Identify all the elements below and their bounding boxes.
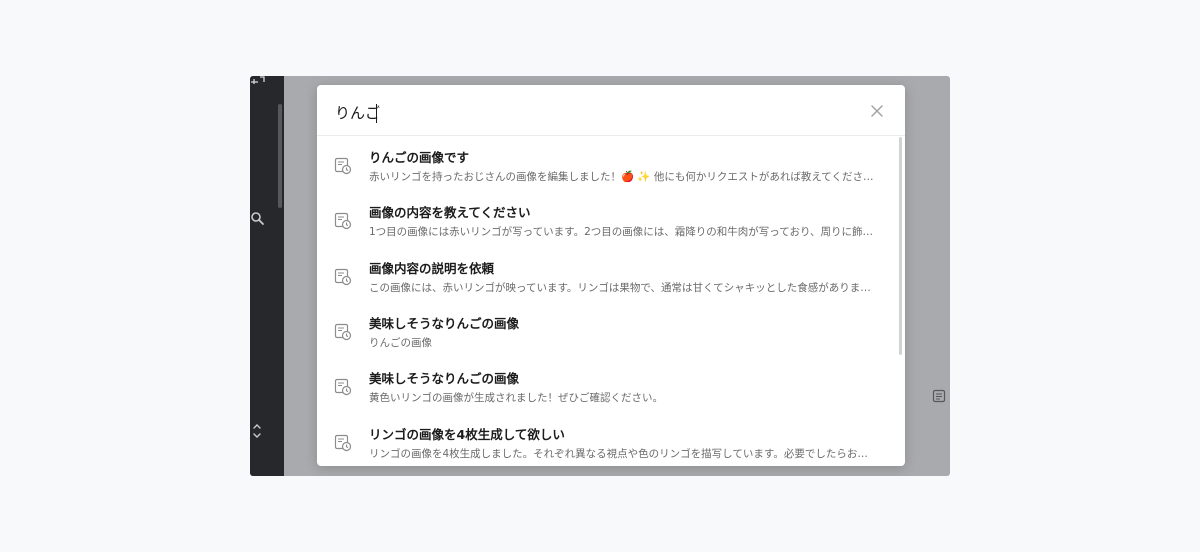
result-title: りんごの画像です — [369, 150, 470, 165]
result-title: リンゴの画像を4枚生成して欲しい — [369, 427, 565, 442]
chevron-up-down-icon[interactable] — [250, 422, 264, 440]
search-results-list: りんごの画像です 赤いリンゴを持ったおじさんの画像を編集しました！🍎 ✨ 他にも… — [317, 136, 897, 466]
result-snippet: この画像には、赤いリンゴが映っています。リンゴは果物で、通常は甘くてシャキッとし… — [369, 282, 874, 294]
search-result-item[interactable]: 画像の内容を教えてください 1つ目の画像には赤いリンゴが写っています。2つ目の画… — [317, 191, 897, 246]
sidebar-scrollbar[interactable] — [278, 104, 282, 208]
chat-history-icon — [334, 434, 352, 452]
result-snippet: りんごの画像 — [369, 337, 432, 349]
close-button[interactable] — [865, 99, 889, 123]
search-bar — [317, 85, 905, 136]
result-title: 画像内容の説明を依頼 — [369, 261, 495, 276]
result-title: 美味しそうなりんごの画像 — [369, 316, 520, 331]
result-snippet: 赤いリンゴを持ったおじさんの画像を編集しました！🍎 ✨ 他にも何かリクエストがあ… — [369, 171, 874, 183]
result-title: 美味しそうなりんごの画像 — [369, 371, 520, 386]
search-chats-dialog: りんごの画像です 赤いリンゴを持ったおじさんの画像を編集しました！🍎 ✨ 他にも… — [317, 85, 905, 466]
search-result-item[interactable]: 美味しそうなりんごの画像 りんごの画像 — [317, 302, 897, 357]
search-result-item[interactable]: りんごの画像です 赤いリンゴを持ったおじさんの画像を編集しました！🍎 ✨ 他にも… — [317, 136, 897, 191]
chat-history-icon — [334, 378, 352, 396]
close-icon — [865, 105, 889, 126]
chat-history-icon — [334, 323, 352, 341]
search-result-item[interactable]: リンゴの画像を4枚生成して欲しい リンゴの画像を4枚生成しました。それぞれ異なる… — [317, 413, 897, 466]
search-input[interactable] — [335, 100, 835, 124]
result-snippet: リンゴの画像を4枚生成しました。それぞれ異なる視点や色のリンゴを描写しています。… — [369, 448, 874, 460]
search-result-item[interactable]: 画像内容の説明を依頼 この画像には、赤いリンゴが映っています。リンゴは果物で、通… — [317, 247, 897, 302]
chat-history-icon — [334, 268, 352, 286]
new-chat-icon[interactable] — [250, 76, 266, 84]
result-title: 画像の内容を教えてください — [369, 205, 531, 220]
result-snippet: 黄色いリンゴの画像が生成されました！ぜひご確認ください。 — [369, 392, 663, 404]
chat-history-icon — [334, 157, 352, 175]
search-icon[interactable] — [250, 210, 266, 226]
sidebar — [250, 76, 284, 476]
text-cursor — [376, 104, 377, 123]
app-window: りんごの画像です 赤いリンゴを持ったおじさんの画像を編集しました！🍎 ✨ 他にも… — [250, 76, 950, 476]
result-snippet: 1つ目の画像には赤いリンゴが写っています。2つ目の画像には、霜降りの和牛肉が写っ… — [369, 226, 874, 238]
results-scrollbar[interactable] — [899, 137, 902, 355]
chat-history-icon — [334, 212, 352, 230]
search-result-item[interactable]: 美味しそうなりんごの画像 黄色いリンゴの画像が生成されました！ぜひご確認ください… — [317, 357, 897, 412]
document-icon — [932, 388, 946, 403]
